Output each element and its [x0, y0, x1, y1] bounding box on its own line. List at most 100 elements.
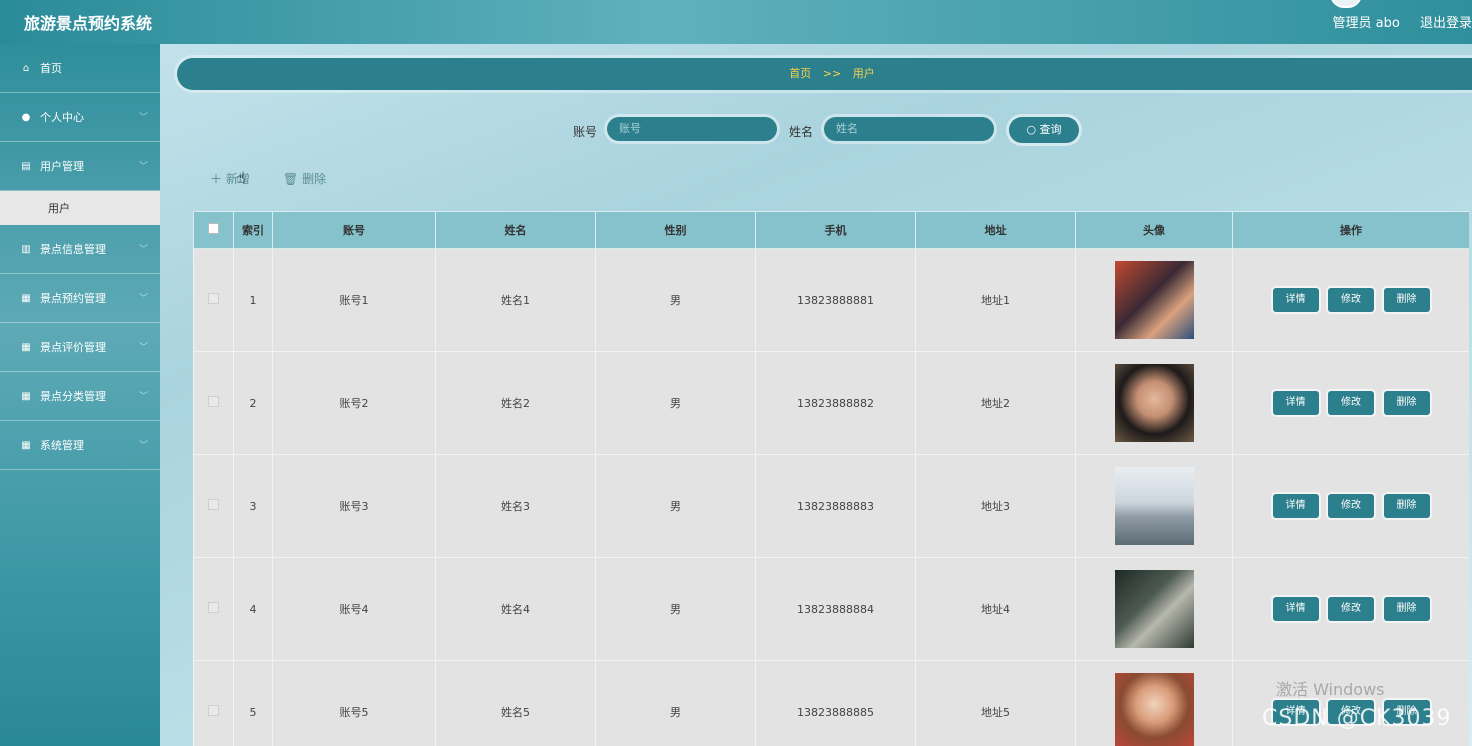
- sidebar-item-spot-category[interactable]: ▦ 景点分类管理 ﹀: [0, 372, 160, 421]
- chevron-down-icon: ﹀: [138, 441, 148, 451]
- delete-button[interactable]: 删除: [1383, 391, 1430, 415]
- column-header: 索引: [233, 211, 273, 249]
- sidebar-item-label: 用户管理: [40, 160, 84, 173]
- logout-link[interactable]: 退出登录: [1420, 16, 1472, 31]
- sidebar-item-label: 景点信息管理: [40, 243, 106, 256]
- chart-icon: ▤: [21, 160, 31, 172]
- cell-phone: 13823888882: [755, 351, 916, 455]
- chevron-down-icon: ﹀: [138, 162, 148, 172]
- cell-account: 账号4: [272, 557, 436, 661]
- breadcrumb-home[interactable]: 首页: [789, 67, 811, 80]
- cell-name: 姓名2: [435, 351, 596, 455]
- cell-gender: 男: [595, 248, 756, 352]
- column-header: 性别: [595, 211, 756, 249]
- query-button-label: 查询: [1039, 123, 1062, 136]
- edit-button[interactable]: 修改: [1328, 288, 1374, 312]
- row-checkbox[interactable]: [208, 396, 219, 407]
- sidebar-item-label: 首页: [40, 62, 62, 75]
- row-checkbox[interactable]: [208, 293, 219, 304]
- cell-gender: 男: [595, 454, 756, 558]
- user-avatar-image: [1114, 467, 1194, 545]
- row-checkbox[interactable]: [208, 705, 219, 716]
- account-search-label: 账号: [573, 125, 598, 139]
- edit-button[interactable]: 修改: [1328, 494, 1374, 518]
- sidebar-item-spot-booking[interactable]: ▦ 景点预约管理 ﹀: [0, 274, 160, 323]
- cell-name: 姓名4: [435, 557, 596, 661]
- cell-account: 账号2: [272, 351, 436, 455]
- cell-address: 地址3: [915, 454, 1076, 558]
- chevron-down-icon: ﹀: [138, 343, 148, 353]
- bar-chart-icon: ▥: [21, 243, 31, 255]
- chevron-down-icon: ﹀: [138, 392, 148, 402]
- user-avatar-image: [1114, 570, 1194, 648]
- select-all-header[interactable]: [193, 211, 234, 249]
- delete-button[interactable]: 删除: [1383, 288, 1430, 312]
- batch-delete-label: 删除: [302, 172, 327, 186]
- cell-gender: 男: [595, 351, 756, 455]
- row-checkbox[interactable]: [208, 499, 219, 510]
- table-row: 2 账号2 姓名2 男 13823888882 地址2 详情 修改 删除: [193, 351, 1469, 455]
- cell-phone: 13823888881: [755, 248, 916, 352]
- edit-button[interactable]: 修改: [1328, 391, 1374, 415]
- grid-icon: ▦: [21, 390, 31, 402]
- detail-button[interactable]: 详情: [1272, 391, 1319, 415]
- sidebar-item-system[interactable]: ▦ 系统管理 ﹀: [0, 421, 160, 470]
- user-avatar-image: [1114, 673, 1194, 746]
- sidebar-item-home[interactable]: ⌂ 首页: [0, 44, 160, 93]
- cell-account: 账号3: [272, 454, 436, 558]
- csdn-watermark: CSDN @CK3039: [1262, 706, 1452, 731]
- batch-delete-button[interactable]: 🗑 删除: [283, 170, 326, 187]
- detail-button[interactable]: 详情: [1272, 494, 1319, 518]
- select-all-checkbox[interactable]: [208, 223, 219, 234]
- breadcrumb-current: 用户: [852, 67, 875, 80]
- cell-phone: 13823888884: [755, 557, 916, 661]
- table-row: 3 账号3 姓名3 男 13823888883 地址3 详情 修改 删除: [193, 454, 1469, 558]
- sidebar-item-spot-review[interactable]: ▦ 景点评价管理 ﹀: [0, 323, 160, 372]
- user-avatar-image: [1114, 261, 1194, 339]
- cell-phone: 13823888885: [755, 660, 916, 746]
- table-row: 1 账号1 姓名1 男 13823888881 地址1 详情 修改 删除: [193, 248, 1469, 352]
- grid-icon: ▦: [21, 439, 31, 451]
- app-title: 旅游景点预约系统: [24, 14, 153, 33]
- user-table: 索引 账号 姓名 性别 手机 地址 头像 操作 1 账号1 姓名1 男 1382…: [193, 211, 1469, 746]
- table-row: 4 账号4 姓名4 男 13823888884 地址4 详情 修改 删除: [193, 557, 1469, 661]
- hand-cursor-icon: ☝: [236, 168, 246, 187]
- cell-name: 姓名5: [435, 660, 596, 746]
- sidebar-item-label: 景点评价管理: [40, 341, 106, 354]
- breadcrumb: 首页 >> 用户: [177, 58, 1472, 90]
- cell-gender: 男: [595, 557, 756, 661]
- detail-button[interactable]: 详情: [1272, 597, 1319, 621]
- sidebar-item-label: 景点分类管理: [40, 390, 106, 403]
- plus-icon: ＋: [210, 172, 223, 186]
- delete-button[interactable]: 删除: [1383, 597, 1430, 621]
- delete-button[interactable]: 删除: [1383, 494, 1430, 518]
- sidebar-item-personal-center[interactable]: ● 个人中心 ﹀: [0, 93, 160, 142]
- name-search-label: 姓名: [789, 125, 814, 139]
- home-icon: ⌂: [22, 62, 30, 74]
- cell-gender: 男: [595, 660, 756, 746]
- edit-button[interactable]: 修改: [1328, 597, 1374, 621]
- table-header-row: 索引 账号 姓名 性别 手机 地址 头像 操作: [193, 211, 1469, 249]
- sidebar-item-label: 系统管理: [40, 439, 84, 452]
- grid-icon: ▦: [21, 292, 31, 304]
- admin-user-label: 管理员 abo: [1332, 16, 1400, 31]
- cell-address: 地址2: [915, 351, 1076, 455]
- column-header: 地址: [915, 211, 1076, 249]
- table-row: 5 账号5 姓名5 男 13823888885 地址5 详情 修改 删除: [193, 660, 1469, 746]
- detail-button[interactable]: 详情: [1272, 288, 1319, 312]
- sidebar-item-user-management[interactable]: ▤ 用户管理 ﹀: [0, 142, 160, 191]
- name-search-input[interactable]: [824, 117, 994, 141]
- top-header: 旅游景点预约系统 管理员 abo 退出登录: [0, 0, 1472, 44]
- windows-activation-watermark: 激活 Windows: [1276, 680, 1385, 699]
- search-icon: ○: [1026, 123, 1037, 136]
- sidebar-item-spot-info[interactable]: ▥ 景点信息管理 ﹀: [0, 225, 160, 274]
- user-avatar-image: [1114, 364, 1194, 442]
- row-checkbox[interactable]: [208, 602, 219, 613]
- cell-account: 账号5: [272, 660, 436, 746]
- avatar[interactable]: [1330, 0, 1362, 8]
- account-search-input[interactable]: [607, 117, 777, 141]
- sidebar-subitem-user[interactable]: 用户: [0, 191, 160, 225]
- cell-index: 3: [233, 454, 273, 558]
- query-button[interactable]: ○ 查询: [1009, 117, 1079, 143]
- cell-name: 姓名1: [435, 248, 596, 352]
